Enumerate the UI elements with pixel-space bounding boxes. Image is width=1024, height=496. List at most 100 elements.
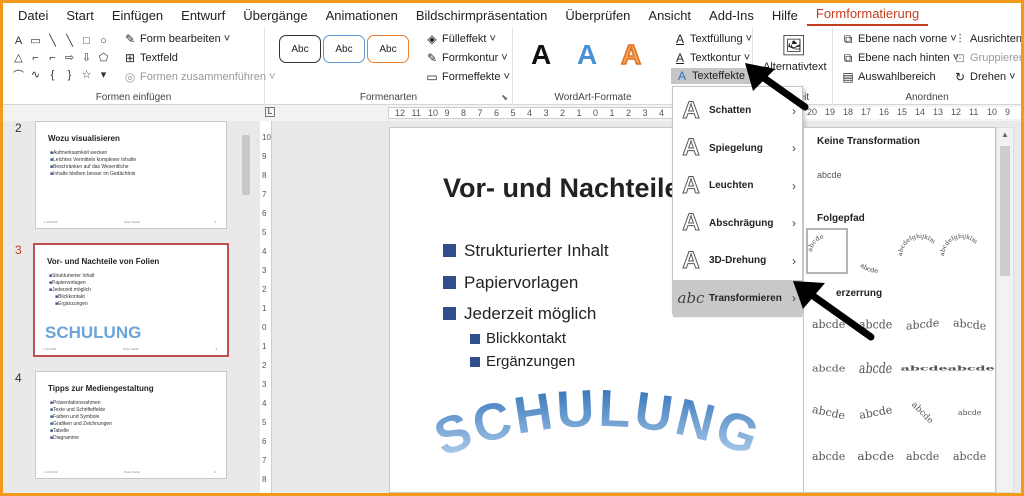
ausrichten-button[interactable]: ⫶Ausrichten˅	[953, 32, 1021, 46]
style-preset-3[interactable]: Abc	[367, 35, 409, 63]
fuelleffekt-button[interactable]: ◈ Fülleffekt ˅	[425, 32, 496, 46]
curve-shape-icon[interactable]: ⌒	[11, 67, 26, 82]
sub-bullet-item[interactable]: Blickkontakt	[470, 330, 566, 347]
star-shape-icon[interactable]: ☆	[79, 67, 94, 82]
tab-1[interactable]: Start	[57, 8, 102, 23]
bullet-item[interactable]: Strukturierter Inhalt	[443, 241, 609, 261]
menu-item-spiegelung[interactable]: A Spiegelung ›	[673, 130, 802, 167]
shape-gallery[interactable]: A ▭ ╲ ╲ □ ○ △ ⌐ ⌐ ⇨ ⇩ ⬠ ⌒ ∿{} ☆ ▾	[11, 33, 111, 83]
bullet-item[interactable]: Papiervorlagen	[443, 273, 578, 293]
warp-option[interactable]: abcde	[906, 450, 939, 463]
tab-3[interactable]: Entwurf	[172, 8, 234, 23]
menu-item-3d-drehung[interactable]: A 3D-Drehung ›	[673, 242, 802, 279]
warp-option[interactable]: abcde	[857, 450, 894, 463]
arrow-shape-icon[interactable]: ⇩	[79, 50, 94, 65]
warp-option[interactable]: abcde	[953, 450, 986, 463]
vertical-ruler[interactable]: 10 9 8 7 6 5 4 3 2 1 0 1 2 3 4 5 6 7 8	[260, 121, 272, 493]
gruppieren-button[interactable]: ⊡Gruppieren˅	[953, 51, 1021, 65]
connector-shape-icon[interactable]: ⌐	[28, 50, 43, 65]
rectangle-shape-icon[interactable]: ▭	[28, 33, 43, 48]
triangle-shape-icon[interactable]: △	[11, 50, 26, 65]
style-preset-2[interactable]: Abc	[323, 35, 365, 63]
slide-thumbnail[interactable]: Vor- und Nachteile von Folien Strukturier…	[33, 243, 229, 357]
tab-7[interactable]: Überprüfen	[556, 8, 639, 23]
warp-option[interactable]: abcde	[910, 399, 936, 425]
pentagon-shape-icon[interactable]: ⬠	[96, 50, 111, 65]
sub-bullet-item[interactable]: Ergänzungen	[470, 353, 575, 370]
scroll-up-icon[interactable]: ▲	[1001, 130, 1009, 139]
warp-option[interactable]: abcde	[811, 403, 846, 423]
tab-4[interactable]: Übergänge	[234, 8, 316, 23]
menu-item-abschrägung[interactable]: A Abschrägung ›	[673, 205, 802, 242]
brace-shape-icon[interactable]: {	[45, 67, 60, 82]
line-shape-icon[interactable]: ╲	[62, 33, 77, 48]
warp-option[interactable]: abcde	[812, 450, 845, 463]
slide-title[interactable]: Vor- und Nachteile	[443, 173, 680, 204]
thumbnail-scrollbar[interactable]	[241, 125, 251, 493]
arrow-shape-icon[interactable]: ⇨	[62, 50, 77, 65]
warp-option[interactable]: abcde	[958, 408, 981, 417]
formen-zusammenfuehren-button[interactable]: ◎ Formen zusammenführen ˅	[123, 70, 276, 84]
warp-option[interactable]: abcde	[901, 365, 948, 373]
line-shape-icon[interactable]: ╲	[45, 33, 60, 48]
warp-option[interactable]: abcde	[906, 316, 939, 333]
warp-option[interactable]: abcde	[858, 360, 893, 377]
scrollbar-thumb[interactable]	[242, 135, 250, 195]
warp-option[interactable]: abcde	[812, 363, 845, 373]
tab-11[interactable]: Formformatierung	[806, 4, 929, 26]
drehen-button[interactable]: ↻ Drehen ˅	[953, 70, 1016, 84]
tab-6[interactable]: Bildschirmpräsentation	[407, 8, 557, 23]
warp-option[interactable]: abcde	[953, 316, 986, 333]
ribbon: A ▭ ╲ ╲ □ ○ △ ⌐ ⌐ ⇨ ⇩ ⬠ ⌒ ∿{} ☆ ▾ ✎ Form bearbeiten ˅ ⊞…	[3, 27, 1021, 105]
tab-stop-icon[interactable]: L	[265, 107, 275, 117]
slide-thumbnail[interactable]: Wozu visualisieren Aufmerksamkeit weckenL…	[35, 121, 227, 229]
style-preset-1[interactable]: Abc	[279, 35, 321, 63]
warp-option[interactable]: abcde	[948, 365, 995, 373]
brace-shape-icon[interactable]: }	[62, 67, 77, 82]
rect-shape-icon[interactable]: □	[79, 33, 94, 48]
transform-none-option[interactable]: abcde	[817, 170, 842, 180]
formkontur-button[interactable]: ✎ Formkontur ˅	[425, 51, 508, 65]
scrollbar-thumb[interactable]	[1000, 146, 1010, 276]
thumbnail-title: Tipps zur Mediengestaltung	[48, 384, 154, 393]
warp-option[interactable]: abcde	[858, 403, 893, 422]
textkontur-button[interactable]: A Textkontur ˅	[673, 51, 750, 65]
dialog-launcher-icon[interactable]: ⬊	[501, 93, 508, 102]
tab-9[interactable]: Add-Ins	[700, 8, 763, 23]
tab-0[interactable]: Datei	[9, 8, 57, 23]
edit-shape-icon: ✎	[124, 32, 136, 46]
group-formen-einfuegen: A ▭ ╲ ╲ □ ○ △ ⌐ ⌐ ⇨ ⇩ ⬠ ⌒ ∿{} ☆ ▾ ✎ Form bearbeiten ˅ ⊞…	[3, 27, 275, 105]
auswahlbereich-button[interactable]: ▤ Auswahlbereich	[841, 70, 935, 84]
formeffekte-button[interactable]: ▭ Formeffekte ˅	[425, 70, 510, 84]
ruler-tick-label: 11	[411, 108, 421, 118]
wordart-preset-2[interactable]: A	[577, 39, 597, 71]
menu-item-leuchten[interactable]: A Leuchten ›	[673, 167, 802, 204]
submenu-scrollbar[interactable]: ▲	[996, 127, 1014, 493]
more-shapes-icon[interactable]: ▾	[96, 67, 111, 82]
tab-2[interactable]: Einfügen	[103, 8, 172, 23]
folgepfad-options[interactable]: abcde abcde abcdefghijklm abcdefghijklm	[804, 226, 997, 276]
textfuellung-button[interactable]: A Textfüllung ˅	[673, 32, 752, 46]
ebene-nach-hinten-button[interactable]: ⧉ Ebene nach hinten ˅	[841, 51, 959, 65]
chevron-down-icon: ˅	[1009, 71, 1016, 83]
curve-shape-icon[interactable]: ∿	[28, 67, 43, 82]
connector-shape-icon[interactable]: ⌐	[45, 50, 60, 65]
menu-item-transformieren[interactable]: abc Transformieren ›	[673, 279, 802, 317]
ruler-tick-label: 19	[825, 107, 836, 117]
form-bearbeiten-button[interactable]: ✎ Form bearbeiten ˅	[123, 32, 230, 46]
slide-thumbnail[interactable]: Tipps zur Mediengestaltung Präsentationsr…	[35, 371, 227, 479]
ebene-hinten-label: Ebene nach hinten	[858, 52, 950, 64]
wordart-preset-1[interactable]: A	[531, 39, 551, 71]
wordart-preset-3[interactable]: A	[620, 38, 642, 71]
tab-10[interactable]: Hilfe	[763, 8, 807, 23]
wordart-a-label: A	[620, 38, 642, 71]
textbox-shape-icon[interactable]: A	[11, 33, 26, 48]
oval-shape-icon[interactable]: ○	[96, 33, 111, 48]
wordart-schulung[interactable]: SCHULUNG	[413, 389, 783, 469]
transform-abc-icon: abc	[677, 289, 705, 307]
bullet-item[interactable]: Jederzeit möglich	[443, 304, 596, 324]
ebene-nach-vorne-button[interactable]: ⧉ Ebene nach vorne ˅	[841, 32, 957, 46]
tab-5[interactable]: Animationen	[317, 8, 407, 23]
tab-8[interactable]: Ansicht	[639, 8, 700, 23]
textfeld-button[interactable]: ⊞ Textfeld	[123, 51, 178, 65]
